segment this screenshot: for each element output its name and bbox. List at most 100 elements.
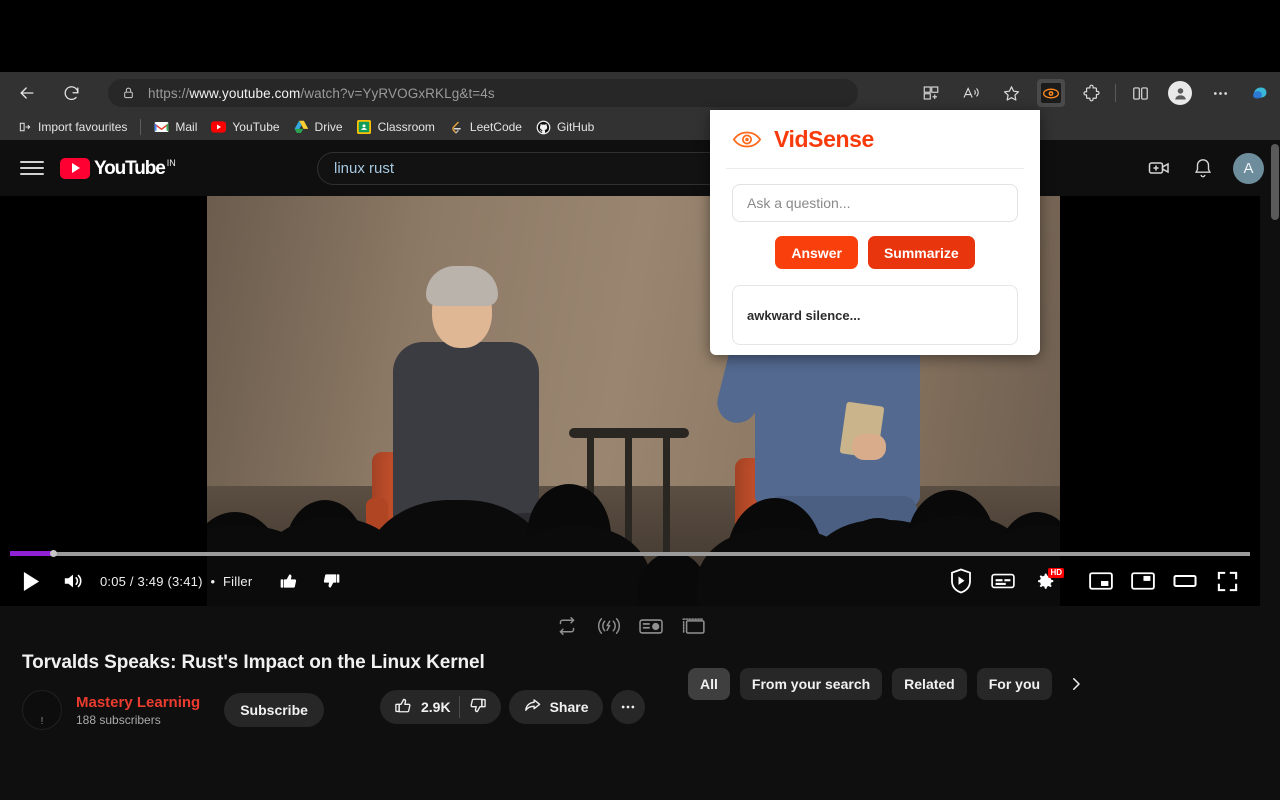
- thumbs-up-icon[interactable]: [394, 696, 413, 718]
- extensions-puzzle-icon[interactable]: [1076, 78, 1106, 108]
- like-dislike-group[interactable]: 2.9K: [380, 690, 501, 724]
- player-controls: 0:05 / 3:49 (3:41) • Filler HD: [0, 556, 1260, 606]
- eye-icon: [732, 129, 762, 149]
- volume-icon[interactable]: [52, 560, 94, 602]
- youtube-country-code: IN: [166, 157, 176, 168]
- youtube-icon: [211, 120, 227, 135]
- thumbs-down-icon[interactable]: [310, 560, 352, 602]
- chip-related[interactable]: Related: [892, 668, 967, 700]
- google-drive-icon: [294, 120, 309, 135]
- answer-button[interactable]: Answer: [775, 236, 858, 269]
- gmail-icon: [154, 120, 169, 135]
- player-extra-toolbar: [0, 606, 1260, 646]
- action-divider: [458, 696, 460, 718]
- copilot-icon[interactable]: [1245, 78, 1275, 108]
- more-options-icon[interactable]: [1205, 78, 1235, 108]
- toolbar-icons: [911, 72, 1280, 114]
- thumbs-down-icon[interactable]: [468, 696, 487, 718]
- youtube-play-icon: [60, 157, 90, 179]
- pip-frame-icon[interactable]: [679, 612, 707, 640]
- avatar: [1168, 81, 1192, 105]
- url-path: /watch?v=YyRVOGxRKLg&t=4s: [300, 85, 495, 101]
- player-right-controls: HD: [940, 556, 1256, 606]
- theater-mode-icon[interactable]: [1164, 560, 1206, 602]
- segment-separator: •: [210, 573, 216, 589]
- chevron-right-icon[interactable]: [1062, 670, 1090, 698]
- picture-in-picture-icon[interactable]: [1122, 560, 1164, 602]
- bookmark-label: Drive: [314, 120, 343, 134]
- channel-subscribers: 188 subscribers: [76, 712, 161, 727]
- video-player[interactable]: 0:05 / 3:49 (3:41) • Filler HD: [0, 196, 1260, 606]
- fullscreen-icon[interactable]: [1206, 560, 1248, 602]
- search-input[interactable]: linux rust: [317, 152, 767, 185]
- summarize-button[interactable]: Summarize: [867, 236, 975, 269]
- channel-avatar[interactable]: !: [22, 690, 62, 730]
- vidsense-extension-button[interactable]: [1037, 79, 1065, 107]
- share-label: Share: [549, 699, 589, 715]
- bookmark-import-favourites[interactable]: Import favourites: [10, 116, 134, 138]
- page-scrollbar[interactable]: [1270, 140, 1280, 800]
- reload-icon[interactable]: [54, 76, 88, 110]
- like-count: 2.9K: [421, 699, 451, 715]
- question-input[interactable]: Ask a question...: [732, 184, 1018, 222]
- youtube-header: YouTube IN linux rust A: [0, 140, 1280, 196]
- filter-chips: All From your search Related For you: [688, 668, 1090, 700]
- subscribe-button[interactable]: Subscribe: [224, 693, 324, 727]
- question-placeholder: Ask a question...: [747, 195, 851, 211]
- collections-icon[interactable]: [916, 78, 946, 108]
- scrollbar-thumb[interactable]: [1271, 144, 1279, 220]
- youtube-logo[interactable]: YouTube IN: [60, 157, 176, 179]
- search-value: linux rust: [334, 160, 395, 177]
- profile-icon[interactable]: [1165, 78, 1195, 108]
- youtube-page: YouTube IN linux rust A 0:05 / 3:49 (3:4…: [0, 140, 1280, 800]
- settings-gear-icon[interactable]: HD: [1024, 560, 1066, 602]
- vidsense-popup: VidSense Ask a question... Answer Summar…: [710, 110, 1040, 355]
- youtube-header-actions: A: [1135, 140, 1264, 196]
- play-button-icon[interactable]: [10, 560, 52, 602]
- bookmark-label: Mail: [175, 120, 198, 134]
- read-aloud-icon[interactable]: [956, 78, 986, 108]
- browser-window: https://www.youtube.com/watch?v=YyRVOGxR…: [0, 0, 1280, 800]
- bookmark-label: Import favourites: [38, 120, 128, 134]
- share-button[interactable]: Share: [508, 690, 603, 724]
- create-video-icon[interactable]: [1139, 148, 1179, 188]
- sponsorblock-shield-icon[interactable]: [940, 560, 982, 602]
- avatar[interactable]: A: [1233, 152, 1264, 184]
- back-arrow-icon[interactable]: [10, 76, 44, 110]
- bookmark-drive[interactable]: Drive: [287, 116, 350, 138]
- more-actions-icon[interactable]: [610, 690, 645, 724]
- popup-title: VidSense: [774, 125, 874, 152]
- leetcode-icon: [449, 120, 464, 135]
- video-actions: 2.9K Share: [380, 690, 645, 724]
- chip-from-your-search[interactable]: From your search: [739, 668, 883, 700]
- bookmark-label: GitHub: [556, 120, 595, 134]
- screenshot-icon[interactable]: [637, 612, 665, 640]
- miniplayer-icon[interactable]: [1080, 560, 1122, 602]
- bookmark-youtube[interactable]: YouTube: [204, 116, 286, 138]
- captions-icon[interactable]: [982, 560, 1024, 602]
- notifications-bell-icon[interactable]: [1183, 148, 1223, 188]
- bookmark-classroom[interactable]: Classroom: [350, 116, 442, 138]
- thumbs-up-icon[interactable]: [268, 560, 310, 602]
- bookmark-leetcode[interactable]: LeetCode: [442, 116, 529, 138]
- speaker-hair: [426, 266, 498, 306]
- popup-header: VidSense: [732, 110, 1018, 168]
- bookmark-mail[interactable]: Mail: [147, 116, 204, 138]
- bookmark-github[interactable]: GitHub: [529, 116, 601, 138]
- chip-all[interactable]: All: [688, 668, 730, 700]
- channel-name[interactable]: Mastery Learning: [76, 693, 200, 712]
- loop-icon[interactable]: [553, 612, 581, 640]
- bookmark-label: YouTube: [232, 120, 280, 134]
- popup-divider: [726, 168, 1024, 169]
- hamburger-menu-icon[interactable]: [20, 156, 44, 180]
- result-box: awkward silence...: [732, 285, 1018, 345]
- chip-for-you[interactable]: For you: [976, 668, 1053, 700]
- bookmark-label: Classroom: [377, 120, 435, 134]
- import-favourites-icon: [17, 120, 32, 135]
- bookmark-label: LeetCode: [469, 120, 522, 134]
- star-icon[interactable]: [996, 78, 1026, 108]
- split-screen-icon[interactable]: [1125, 78, 1155, 108]
- address-bar[interactable]: https://www.youtube.com/watch?v=YyRVOGxR…: [108, 79, 858, 107]
- toolbar-divider: [1115, 84, 1116, 102]
- ambient-audio-icon[interactable]: [595, 612, 623, 640]
